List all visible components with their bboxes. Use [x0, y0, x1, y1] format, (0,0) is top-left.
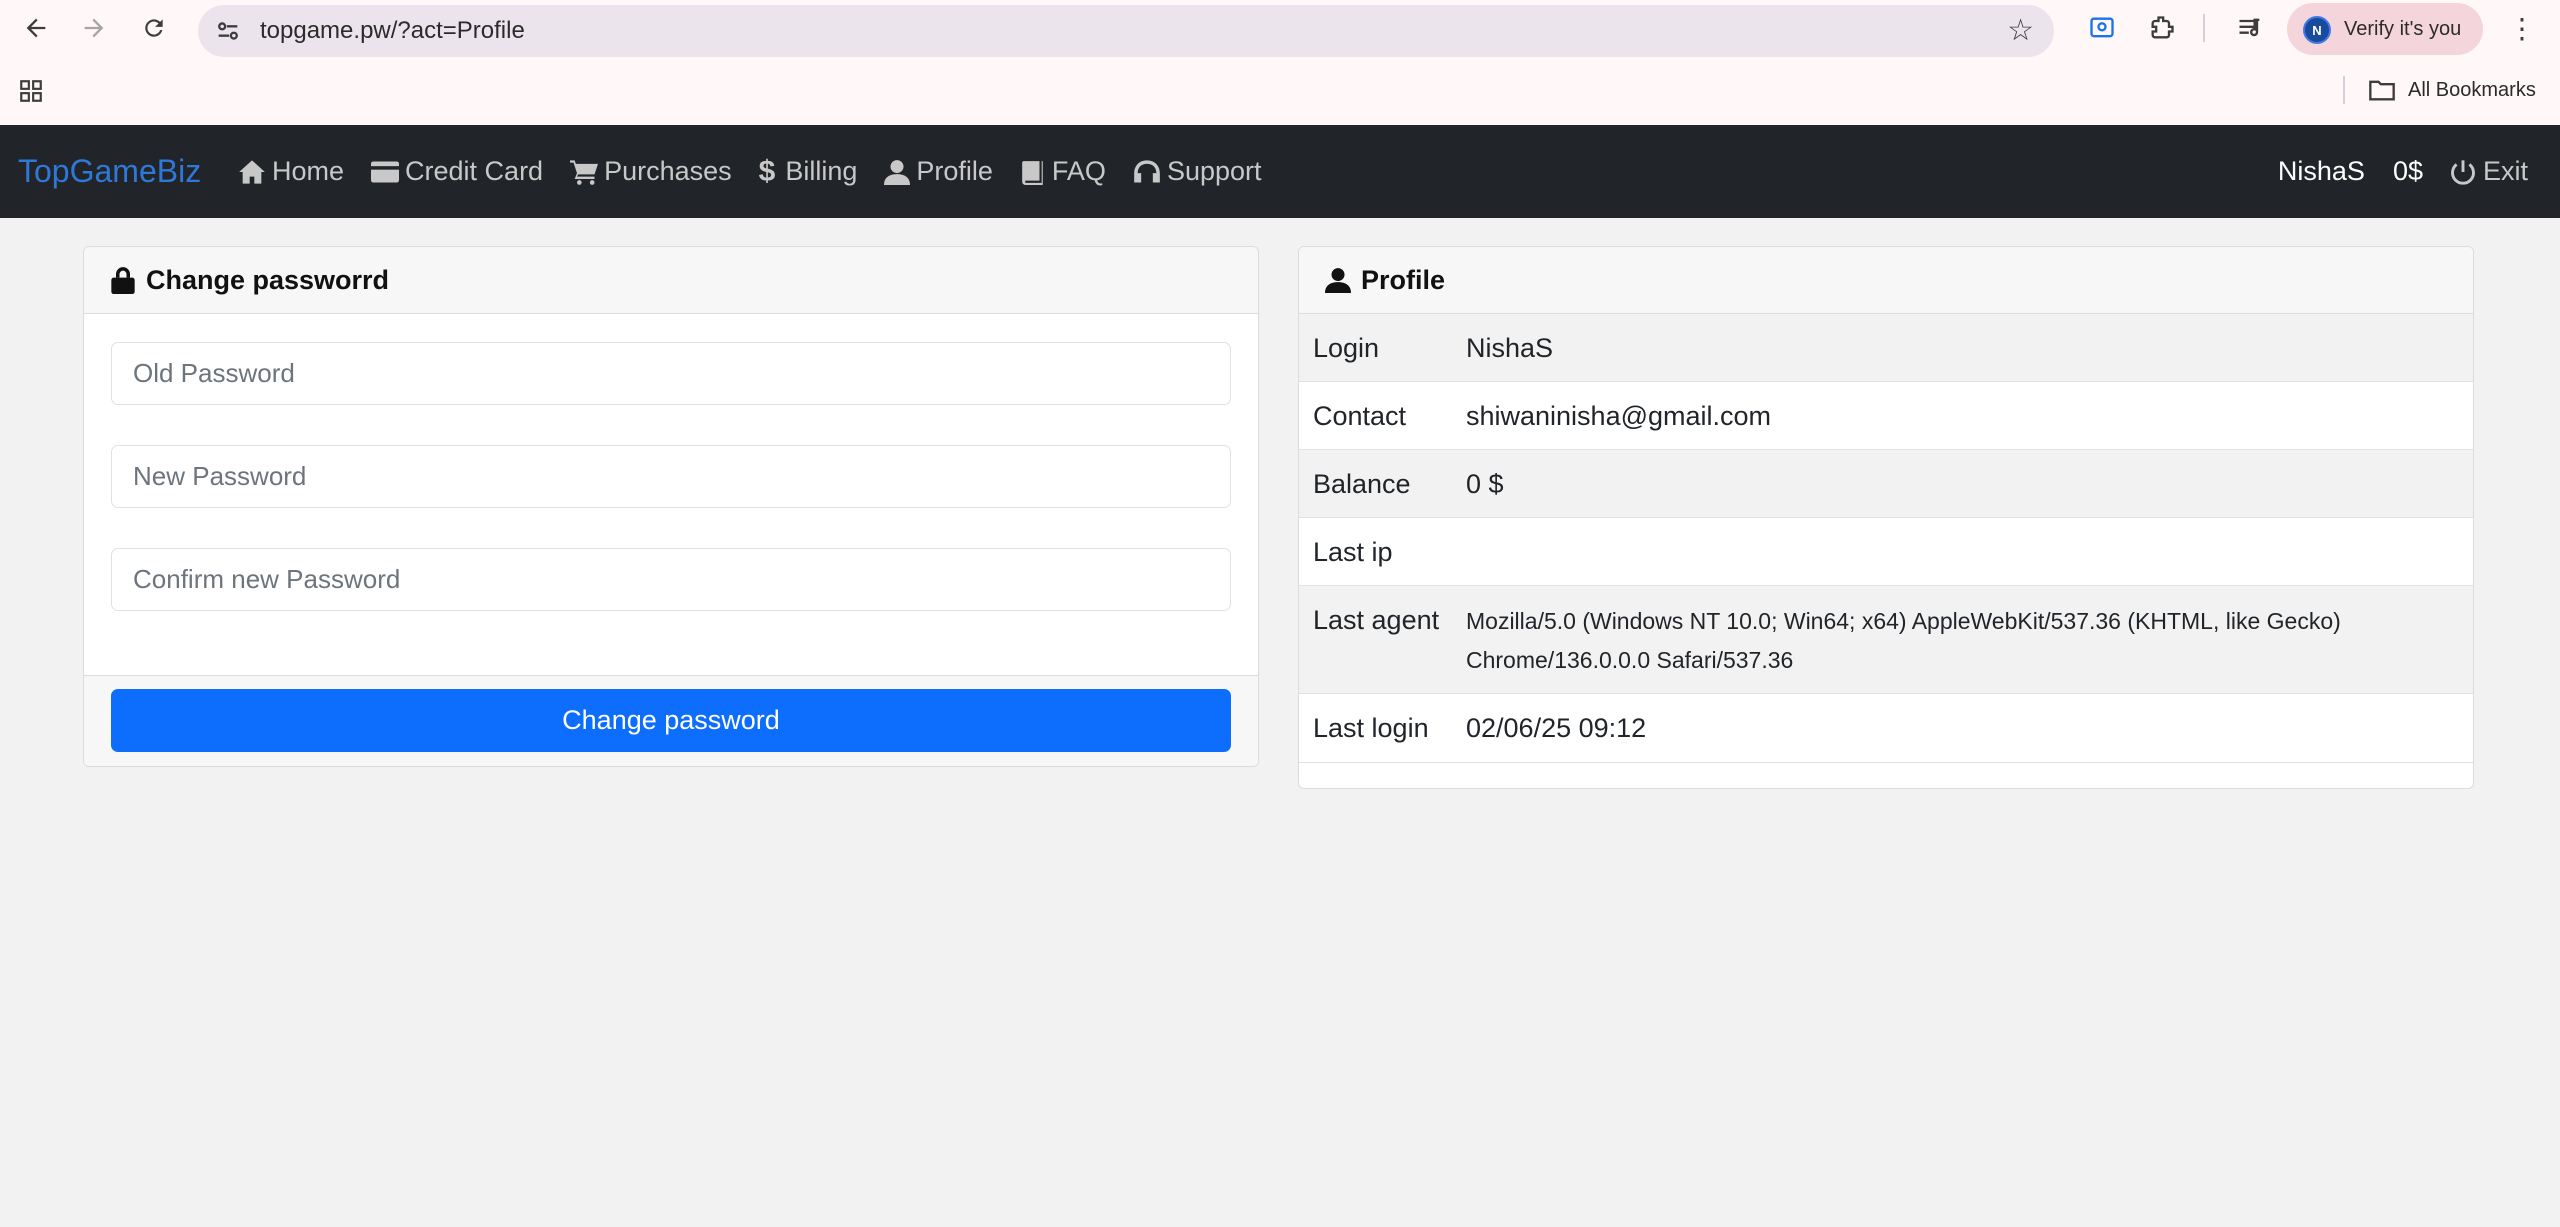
table-row: Last agent Mozilla/5.0 (Windows NT 10.0;… [1299, 586, 2473, 694]
row-label: Last login [1313, 713, 1429, 743]
apps-grid-icon[interactable] [18, 78, 44, 104]
profile-verify-button[interactable]: N Verify it's you [2287, 3, 2483, 55]
reading-list-icon[interactable] [2084, 10, 2120, 46]
dollar-icon: $ [758, 154, 776, 188]
table-row: Login NishaS [1299, 314, 2473, 382]
nav-links: Home Credit Card Purchases $ Billing Pro… [238, 125, 1289, 218]
exit-button[interactable]: Exit [2449, 156, 2528, 187]
url-text[interactable]: topgame.pw/?act=Profile [260, 5, 525, 57]
contact-value: shiwaninisha@gmail.com [1466, 401, 1772, 431]
bookmarks-divider [2343, 76, 2345, 104]
lock-icon [111, 267, 135, 294]
book-icon [1022, 160, 1043, 185]
reload-icon[interactable] [134, 8, 174, 48]
change-password-button[interactable]: Change password [111, 689, 1231, 752]
nav-link-label: Profile [916, 156, 993, 186]
row-label: Balance [1313, 469, 1411, 499]
exit-label: Exit [2482, 156, 2528, 186]
power-icon [2451, 159, 2475, 185]
table-row: Contact shiwaninisha@gmail.com [1299, 382, 2473, 450]
nav-link-label: Home [272, 156, 345, 186]
card-title: Change passworrd [146, 264, 390, 295]
change-password-footer: Change password [84, 675, 1258, 766]
last-login-value: 02/06/25 09:12 [1466, 713, 1647, 743]
media-control-icon[interactable] [2232, 10, 2268, 46]
last-ip-value [1466, 518, 1490, 585]
headphones-icon [1134, 159, 1160, 182]
nav-link-label: Support [1166, 156, 1262, 186]
brand-link[interactable]: TopGameBiz [18, 125, 201, 218]
address-bar[interactable]: topgame.pw/?act=Profile ☆ [198, 5, 2054, 57]
all-bookmarks-label: All Bookmarks [2408, 78, 2536, 101]
nav-link-faq[interactable]: FAQ [1020, 156, 1106, 187]
forward-arrow-icon[interactable] [74, 8, 114, 48]
confirm-password-input[interactable] [111, 548, 1231, 611]
profile-table: Login NishaS Contact shiwaninisha@gmail.… [1299, 314, 2473, 763]
table-row: Balance 0 $ [1299, 450, 2473, 518]
verify-label: Verify it's you [2344, 18, 2462, 40]
extensions-icon[interactable] [2144, 10, 2180, 46]
nav-link-label: Purchases [604, 156, 732, 186]
user-icon [1325, 268, 1351, 293]
browser-chrome: topgame.pw/?act=Profile ☆ N Verify it's … [0, 0, 2560, 125]
credit-card-icon [371, 161, 400, 182]
row-label: Last agent [1313, 605, 1440, 635]
site-settings-icon[interactable] [214, 17, 242, 45]
nav-link-support[interactable]: Support [1133, 156, 1262, 187]
nav-link-credit-card[interactable]: Credit Card [371, 156, 543, 187]
login-value: NishaS [1466, 333, 1554, 363]
profile-card: Profile Login NishaS Contact shiwaninish… [1298, 246, 2474, 789]
card-title: Profile [1361, 264, 1446, 295]
row-label: Contact [1313, 401, 1407, 431]
nav-link-home[interactable]: Home [238, 156, 344, 187]
nav-link-label: FAQ [1051, 156, 1106, 186]
row-label: Last ip [1313, 537, 1393, 567]
site-navbar: TopGameBiz Home Credit Card Purchases $ … [0, 125, 2560, 218]
more-menu-icon[interactable]: ⋮ [2508, 8, 2536, 48]
user-icon [884, 159, 911, 185]
table-row: Last login 02/06/25 09:12 [1299, 694, 2473, 763]
nav-link-label: Billing [785, 156, 858, 186]
nav-username[interactable]: NishaS [2278, 156, 2365, 187]
bookmark-star-icon[interactable]: ☆ [2007, 14, 2034, 48]
toolbar-divider [2203, 14, 2205, 42]
nav-link-billing[interactable]: $ Billing [759, 155, 858, 189]
nav-link-profile[interactable]: Profile [884, 156, 993, 187]
change-password-header: Change passworrd [84, 247, 1258, 314]
folder-icon [2369, 80, 2395, 101]
nav-user-area: NishaS 0$ Exit [2278, 125, 2528, 218]
back-arrow-icon[interactable] [16, 8, 56, 48]
table-row: Last ip [1299, 518, 2473, 586]
cart-icon [570, 159, 599, 185]
nav-balance[interactable]: 0$ [2393, 156, 2423, 187]
nav-link-purchases[interactable]: Purchases [570, 156, 732, 187]
profile-header: Profile [1299, 247, 2473, 314]
balance-value: 0 $ [1466, 469, 1504, 499]
row-label: Login [1313, 333, 1380, 363]
all-bookmarks-button[interactable]: All Bookmarks [2368, 74, 2536, 106]
avatar: N [2303, 16, 2331, 44]
change-password-card: Change passworrd Change password [83, 246, 1259, 767]
last-agent-value: Mozilla/5.0 (Windows NT 10.0; Win64; x64… [1466, 608, 2341, 673]
old-password-input[interactable] [111, 342, 1231, 405]
nav-link-label: Credit Card [405, 156, 544, 186]
home-icon [239, 159, 265, 184]
new-password-input[interactable] [111, 445, 1231, 508]
